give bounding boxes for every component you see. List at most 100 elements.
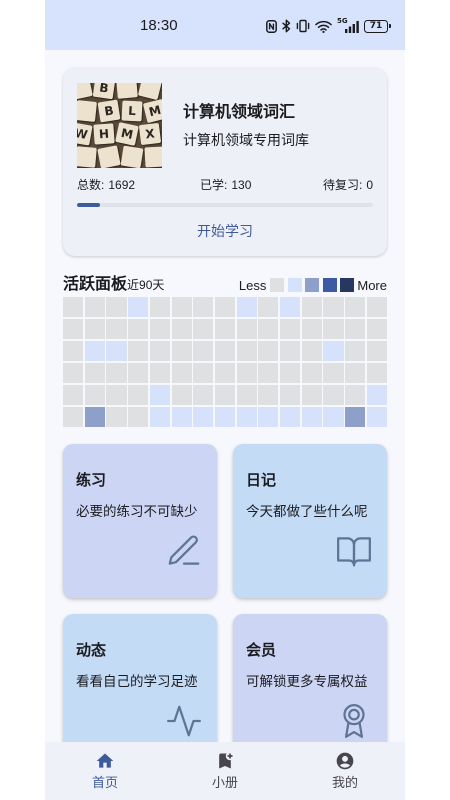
- home-icon: [95, 751, 115, 771]
- activity-cell: [323, 318, 344, 340]
- activity-cell: [323, 297, 344, 318]
- legend-swatch: [287, 278, 302, 292]
- activity-cell: [171, 384, 192, 406]
- activity-cell: [345, 406, 366, 427]
- activity-cell: [193, 406, 214, 427]
- nav-booklet[interactable]: 小册: [165, 742, 285, 800]
- activity-cell: [236, 297, 257, 318]
- activity-cell: [323, 406, 344, 427]
- legend-swatch: [305, 278, 320, 292]
- wordbook-stats: 总数: 1692 已学: 130 待复习: 0: [77, 176, 373, 194]
- cover-tile: L: [121, 100, 143, 122]
- activity-cell: [106, 406, 127, 427]
- cover-tile: [97, 145, 121, 168]
- activity-title: 活跃面板近90天: [63, 274, 164, 296]
- stat-total: 总数: 1692: [77, 176, 135, 194]
- activity-cell: [301, 406, 322, 427]
- activity-cell: [171, 406, 192, 427]
- activity-range: 近90天: [127, 278, 165, 292]
- activity-cell: [236, 318, 257, 340]
- activity-cell: [171, 318, 192, 340]
- nav-label: 小册: [211, 775, 238, 790]
- activity-cell: [301, 318, 322, 340]
- nav-home[interactable]: 首页: [45, 742, 165, 800]
- activity-cell: [280, 297, 301, 318]
- activity-cell: [63, 384, 84, 406]
- activity-cell: [106, 340, 127, 362]
- activity-cell: [149, 406, 170, 427]
- activity-cell: [63, 340, 84, 362]
- feature-title: 动态: [76, 642, 107, 659]
- activity-cell: [345, 384, 366, 406]
- activity-cell: [106, 318, 127, 340]
- legend-less: Less: [238, 277, 267, 293]
- cover-tile: M: [115, 122, 139, 146]
- stat-learned: 已学: 130: [200, 176, 251, 194]
- activity-cell: [258, 362, 279, 384]
- activity-cell: [84, 384, 105, 406]
- wordbook-subtitle: 计算机领域专用词库: [183, 132, 309, 148]
- stat-learned-value: 130: [231, 178, 252, 192]
- activity-cell: [366, 362, 387, 384]
- feature-card-diary[interactable]: 日记 今天都做了些什么呢: [233, 444, 387, 598]
- activity-cell: [84, 318, 105, 340]
- activity-legend: Less More: [239, 274, 387, 296]
- cover-tile: B: [92, 83, 116, 100]
- wifi-icon: [315, 20, 332, 33]
- bookmark-add-icon: [215, 751, 235, 771]
- account-circle-icon: [335, 751, 355, 771]
- stat-review-label: 待复习:: [322, 178, 363, 192]
- activity-cell: [214, 362, 236, 384]
- activity-cell: [84, 297, 105, 318]
- activity-cell: [193, 297, 214, 318]
- activity-cell: [149, 384, 170, 406]
- start-learning-button[interactable]: 开始学习: [63, 216, 387, 246]
- legend-swatch: [340, 278, 355, 292]
- activity-cell: [366, 406, 387, 427]
- activity-cell: [345, 340, 366, 362]
- cover-tile: [137, 83, 162, 101]
- battery-icon: 71: [364, 19, 391, 33]
- activity-cell: [323, 340, 344, 362]
- activity-cell: [193, 340, 214, 362]
- pencil-icon: [165, 532, 203, 570]
- book-open-icon: [335, 532, 373, 570]
- activity-cell: [106, 384, 127, 406]
- activity-cell: [345, 362, 366, 384]
- feature-subtitle: 今天都做了些什么呢: [246, 504, 368, 519]
- activity-header: 活跃面板近90天 Less More: [63, 274, 387, 296]
- feature-title: 日记: [246, 472, 277, 489]
- activity-cell: [280, 406, 301, 427]
- signal-icon: 5G: [337, 18, 359, 33]
- activity-cell: [236, 362, 257, 384]
- cover-tile: M: [142, 98, 162, 124]
- activity-cell: [301, 362, 322, 384]
- activity-cell: [128, 362, 149, 384]
- activity-cell: [214, 297, 236, 318]
- activity-cell: [258, 318, 279, 340]
- cover-tile: [77, 100, 97, 122]
- feature-title: 练习: [76, 472, 107, 489]
- activity-cell: [84, 406, 105, 427]
- activity-cell: [106, 362, 127, 384]
- nav-profile[interactable]: 我的: [285, 742, 405, 800]
- cover-tile: [77, 146, 97, 168]
- status-bar: 18:30 5G 71: [45, 0, 405, 50]
- activity-cell: [149, 340, 170, 362]
- activity-cell: [171, 297, 192, 318]
- nfc-icon: [266, 19, 277, 33]
- activity-cell: [84, 340, 105, 362]
- cover-tile: [120, 145, 144, 168]
- nav-label: 我的: [331, 775, 358, 790]
- activity-cell: [323, 362, 344, 384]
- activity-cell: [128, 406, 149, 427]
- activity-cell: [258, 297, 279, 318]
- feature-card-practice[interactable]: 练习 必要的练习不可缺少: [63, 444, 217, 598]
- wordbook-card[interactable]: BBLMWHMX 计算机领域词汇 计算机领域专用词库 总数: 1692 已学: 13…: [63, 68, 387, 256]
- activity-cell: [193, 384, 214, 406]
- activity-cell: [171, 340, 192, 362]
- phone-screen: 18:30 5G 71 BBLMWHMX 计算机领域词汇 计算机领域专用词库 总…: [45, 0, 405, 800]
- activity-title-text: 活跃面板: [63, 276, 128, 293]
- activity-icon: [165, 702, 203, 740]
- activity-cell: [149, 362, 170, 384]
